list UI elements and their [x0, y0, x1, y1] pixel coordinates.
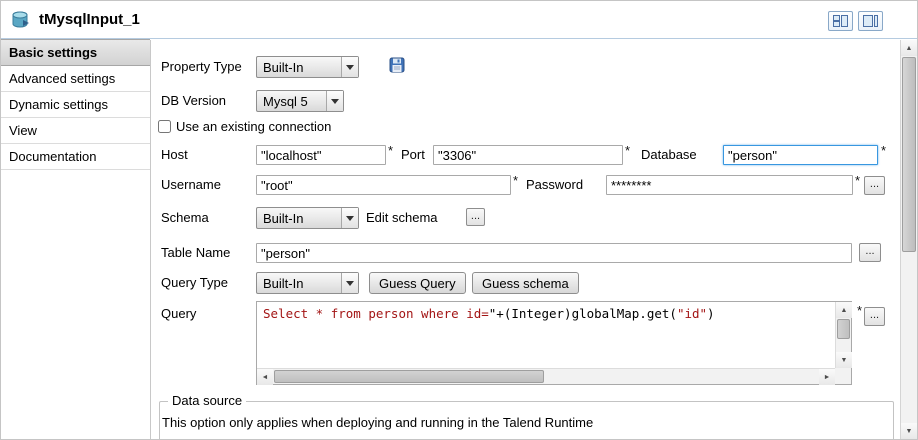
scroll-right-icon[interactable]: ►	[819, 369, 835, 385]
sidebar-item-advanced-settings[interactable]: Advanced settings	[1, 66, 150, 92]
property-type-value: Built-In	[257, 60, 341, 75]
panel-vscroll-thumb[interactable]	[902, 57, 916, 252]
guess-schema-button[interactable]: Guess schema	[472, 272, 579, 294]
required-marker: *	[625, 141, 633, 161]
maximize-button[interactable]	[858, 11, 883, 31]
toggle-layout-button[interactable]	[828, 11, 853, 31]
chevron-down-icon	[341, 273, 358, 293]
query-type-value: Built-In	[257, 276, 341, 291]
db-version-value: Mysql 5	[257, 94, 326, 109]
existing-connection-row: Use an existing connection	[158, 119, 331, 134]
header: tMysqlInput_1	[1, 1, 917, 39]
sidebar-item-dynamic-settings[interactable]: Dynamic settings	[1, 92, 150, 118]
required-marker: *	[855, 171, 863, 191]
data-source-group: Data source This option only applies whe…	[159, 401, 894, 439]
username-input[interactable]	[256, 175, 511, 195]
query-hscroll-thumb[interactable]	[274, 370, 544, 383]
query-horizontal-scrollbar[interactable]: ◄ ►	[257, 368, 835, 384]
password-input[interactable]	[606, 175, 853, 195]
sidebar-item-documentation[interactable]: Documentation	[1, 144, 150, 170]
db-version-select[interactable]: Mysql 5	[256, 90, 344, 112]
schema-select[interactable]: Built-In	[256, 207, 359, 229]
query-ellipsis-button[interactable]: ...	[864, 307, 885, 326]
existing-connection-checkbox[interactable]	[158, 120, 171, 133]
maximize-view-icon	[863, 15, 878, 27]
table-name-label: Table Name	[161, 242, 230, 264]
chevron-down-icon	[341, 57, 358, 77]
host-input[interactable]	[256, 145, 386, 165]
query-vertical-scrollbar[interactable]: ▲ ▼	[835, 302, 851, 368]
sidebar-item-basic-settings[interactable]: Basic settings	[1, 39, 150, 66]
query-label: Query	[161, 303, 196, 325]
existing-connection-label: Use an existing connection	[176, 119, 331, 134]
property-type-label: Property Type	[161, 56, 242, 78]
basic-settings-form: Property Type Built-In DB Version Mysql …	[152, 40, 900, 439]
required-marker: *	[388, 141, 396, 161]
chevron-down-icon	[326, 91, 343, 111]
required-marker: *	[513, 171, 521, 191]
query-type-label: Query Type	[161, 272, 228, 294]
settings-nav: Basic settings Advanced settings Dynamic…	[1, 40, 151, 439]
guess-query-button[interactable]: Guess Query	[369, 272, 466, 294]
query-editor[interactable]: Select * from person where id="+(Integer…	[256, 301, 852, 385]
password-label: Password	[526, 174, 583, 196]
scroll-up-icon[interactable]: ▲	[901, 40, 917, 56]
username-label: Username	[161, 174, 221, 196]
database-input[interactable]	[723, 145, 878, 165]
panel-vertical-scrollbar[interactable]: ▲ ▼	[900, 40, 917, 439]
split-view-icon	[833, 15, 848, 27]
scrollbar-corner	[835, 368, 851, 384]
scroll-down-icon[interactable]: ▼	[901, 423, 917, 439]
edit-schema-label: Edit schema	[366, 207, 438, 229]
component-settings-panel: tMysqlInput_1 Basic settings Advanced se…	[0, 0, 918, 440]
chevron-down-icon	[341, 208, 358, 228]
scroll-down-icon[interactable]: ▼	[836, 352, 852, 368]
scroll-up-icon[interactable]: ▲	[836, 302, 852, 318]
database-label: Database	[641, 144, 697, 166]
data-source-note: This option only applies when deploying …	[160, 402, 893, 430]
host-label: Host	[161, 144, 188, 166]
query-type-select[interactable]: Built-In	[256, 272, 359, 294]
save-property-icon[interactable]	[389, 57, 405, 76]
table-name-input[interactable]	[256, 243, 852, 263]
port-input[interactable]	[433, 145, 623, 165]
password-ellipsis-button[interactable]: ...	[864, 176, 885, 195]
data-source-legend: Data source	[168, 393, 246, 408]
edit-schema-ellipsis-button[interactable]: ...	[466, 208, 485, 226]
required-marker: *	[881, 141, 889, 161]
sidebar-item-view[interactable]: View	[1, 118, 150, 144]
schema-value: Built-In	[257, 211, 341, 226]
query-vscroll-thumb[interactable]	[837, 319, 850, 339]
database-component-icon	[11, 11, 31, 29]
component-title: tMysqlInput_1	[39, 11, 140, 28]
schema-label: Schema	[161, 207, 209, 229]
table-name-ellipsis-button[interactable]: ...	[859, 243, 881, 262]
port-label: Port	[401, 144, 425, 166]
scroll-left-icon[interactable]: ◄	[257, 369, 273, 385]
property-type-select[interactable]: Built-In	[256, 56, 359, 78]
db-version-label: DB Version	[161, 90, 226, 112]
query-code[interactable]: Select * from person where id="+(Integer…	[257, 302, 835, 368]
